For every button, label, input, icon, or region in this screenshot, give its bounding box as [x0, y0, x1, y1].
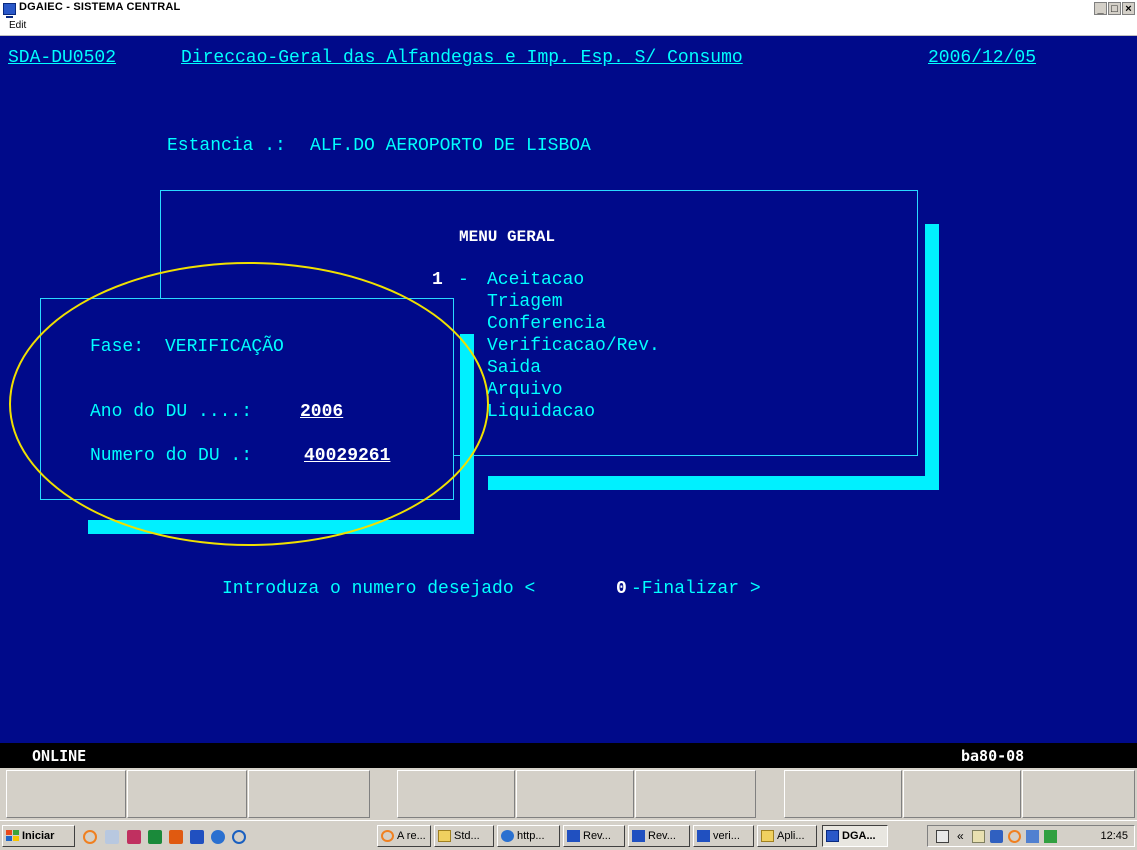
- status-terminal-id: ba80-08: [961, 747, 1025, 765]
- menu-selected-number: 1: [432, 270, 443, 290]
- header-title: Direccao-Geral das Alfandegas e Imp. Esp…: [181, 48, 743, 68]
- chart-tray-icon[interactable]: [1044, 830, 1057, 843]
- acrobat-icon[interactable]: [127, 830, 141, 844]
- clock-app-icon: [381, 830, 394, 842]
- start-button[interactable]: Iniciar: [2, 825, 75, 847]
- mail-icon[interactable]: [972, 830, 985, 843]
- fkey-7[interactable]: [784, 770, 902, 818]
- menu-item-aceitacao[interactable]: Aceitacao: [487, 270, 584, 290]
- network-tray-icon[interactable]: [1026, 830, 1039, 843]
- clock-tray-icon[interactable]: [1008, 830, 1021, 843]
- word-icon[interactable]: [190, 830, 204, 844]
- close-button[interactable]: ×: [1122, 2, 1135, 15]
- security-shield-icon[interactable]: [990, 830, 1003, 843]
- word-doc-icon: [697, 830, 710, 842]
- maximize-button[interactable]: □: [1108, 2, 1121, 15]
- program-id: SDA-DU0502: [8, 48, 117, 68]
- help-icon[interactable]: [936, 830, 949, 843]
- estancia-value: ALF.DO AEROPORTO DE LISBOA: [310, 136, 591, 156]
- media-icon[interactable]: [232, 830, 246, 844]
- menu-item-arquivo[interactable]: Arquivo: [487, 380, 563, 400]
- minimize-button[interactable]: _: [1094, 2, 1107, 15]
- fkey-2[interactable]: [127, 770, 247, 818]
- menu-bar: Edit: [0, 19, 1137, 36]
- task-dga-active[interactable]: DGA...: [822, 825, 888, 847]
- task-rev-1[interactable]: Rev...: [563, 825, 625, 847]
- fkey-8[interactable]: [903, 770, 1021, 818]
- start-label: Iniciar: [22, 830, 55, 842]
- fkey-4[interactable]: [397, 770, 515, 818]
- taskbar-clock: 12:45: [1100, 830, 1128, 842]
- windows-logo-icon: [6, 830, 19, 841]
- menu-shadow-bottom: [488, 476, 939, 490]
- fkey-3[interactable]: [248, 770, 370, 818]
- menu-item-verificacao[interactable]: Verificacao/Rev.: [487, 336, 660, 356]
- menu-shadow-right: [925, 224, 939, 490]
- task-http[interactable]: http...: [497, 825, 560, 847]
- window-titlebar[interactable]: DGAIEC - SISTEMA CENTRAL _ □ ×: [0, 0, 1137, 19]
- menu-dash: -: [458, 270, 469, 290]
- menu-item-saida[interactable]: Saida: [487, 358, 541, 378]
- folder-icon: [438, 830, 451, 842]
- menu-item-triagem[interactable]: Triagem: [487, 292, 563, 312]
- prompt-key: 0: [616, 579, 627, 599]
- estancia-label: Estancia .:: [167, 136, 286, 156]
- task-std[interactable]: Std...: [434, 825, 494, 847]
- powerpoint-icon[interactable]: [169, 830, 183, 844]
- tray-expand-chevron[interactable]: «: [957, 829, 964, 843]
- menu-item-conferencia[interactable]: Conferencia: [487, 314, 606, 334]
- function-key-area: [0, 768, 1137, 820]
- prompt-suffix: -Finalizar >: [631, 579, 761, 599]
- menu-item-liquidacao[interactable]: Liquidacao: [487, 402, 595, 422]
- prompt-prefix: Introduza o numero desejado <: [222, 579, 536, 599]
- word-doc-icon: [567, 830, 580, 842]
- system-tray: « 12:45: [927, 825, 1135, 847]
- fkey-6[interactable]: [635, 770, 756, 818]
- task-a-re[interactable]: A re...: [377, 825, 431, 847]
- clock-app-icon[interactable]: [83, 830, 97, 844]
- menu-title: MENU GERAL: [459, 228, 556, 246]
- excel-icon[interactable]: [148, 830, 162, 844]
- taskbar: Iniciar A re... Std... http... Rev... Re…: [0, 820, 1137, 850]
- task-rev-2[interactable]: Rev...: [628, 825, 690, 847]
- terminal-app-icon: [826, 830, 839, 842]
- browser-icon[interactable]: [211, 830, 225, 844]
- terminal-screen[interactable]: SDA-DU0502 Direccao-Geral das Alfandegas…: [0, 36, 1137, 743]
- task-veri[interactable]: veri...: [693, 825, 754, 847]
- header-date: 2006/12/05: [928, 48, 1037, 68]
- window-title: DGAIEC - SISTEMA CENTRAL: [19, 1, 181, 13]
- network-icon[interactable]: [105, 830, 119, 844]
- status-online: ONLINE: [32, 747, 87, 765]
- status-line: ONLINE ba80-08: [0, 743, 1137, 768]
- terminal-app-icon: [3, 3, 16, 18]
- word-doc-icon: [632, 830, 645, 842]
- menu-edit[interactable]: Edit: [9, 20, 26, 31]
- task-apli[interactable]: Apli...: [757, 825, 817, 847]
- browser-icon: [501, 830, 514, 842]
- annotation-ellipse: [9, 262, 489, 546]
- folder-icon: [761, 830, 774, 842]
- fkey-5[interactable]: [516, 770, 634, 818]
- fkey-9[interactable]: [1022, 770, 1135, 818]
- fkey-1[interactable]: [6, 770, 126, 818]
- window-controls: _ □ ×: [1093, 2, 1135, 15]
